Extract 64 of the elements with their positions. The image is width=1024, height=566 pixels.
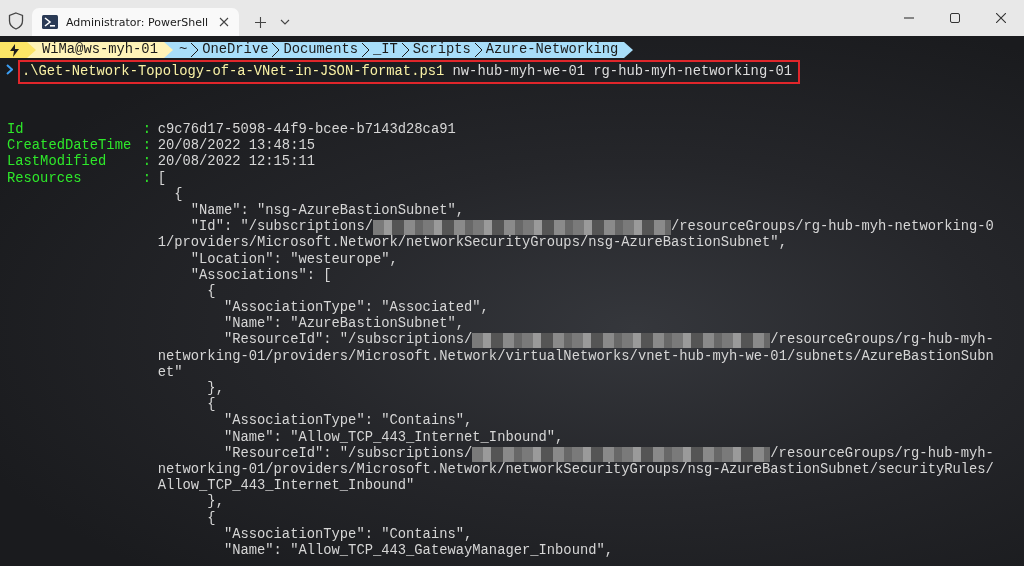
output-text: "Name": "AzureBastionSubnet", bbox=[222, 316, 464, 332]
output-text: /resourceGroups/rg-hub-myh-networking-0 bbox=[671, 219, 994, 235]
property-separator: : bbox=[142, 170, 153, 187]
path-separator-icon bbox=[271, 42, 281, 58]
path-separator-icon bbox=[400, 42, 410, 58]
property-name: Id bbox=[7, 122, 25, 138]
terminal-tab[interactable]: Administrator: PowerShell bbox=[32, 8, 239, 36]
output-text: "Associations": [ bbox=[189, 267, 332, 284]
close-icon bbox=[996, 13, 1006, 23]
prompt-user: WiMa@ws-myh-01 bbox=[36, 42, 164, 58]
output-text: { bbox=[206, 397, 216, 414]
property-separator: : bbox=[142, 122, 153, 139]
powershell-icon bbox=[42, 15, 58, 29]
plus-icon bbox=[254, 16, 266, 28]
output-text: c9c76d17-5098-44f9-bcee-b7143d28ca91 bbox=[157, 122, 456, 138]
output-text: networking-01/providers/Microsoft.Network/virtualNetworks/vnet-hub-myh-we-01/subnets/AzureBastionSubn bbox=[157, 348, 994, 365]
command-args: nw-hub-myh-we-01 rg-hub-myh-networking-01 bbox=[451, 63, 792, 81]
output-text: "Name": "nsg-AzureBastionSubnet", bbox=[189, 202, 464, 219]
property-name: Resources bbox=[7, 170, 83, 187]
output-text: et" bbox=[157, 364, 183, 381]
output-text: "Name": "Allow_TCP_443_GatewayManager_Inbound", bbox=[222, 542, 614, 560]
output-text: }, bbox=[206, 494, 224, 511]
output-text: "AssociationType": "Contains", bbox=[222, 526, 473, 543]
path-part: Azure-Networking bbox=[485, 41, 619, 59]
path-separator-icon bbox=[473, 42, 483, 58]
property-separator: : bbox=[142, 138, 153, 155]
shield-icon[interactable] bbox=[8, 12, 24, 30]
path-part: ~ bbox=[178, 41, 188, 59]
path-part: Scripts bbox=[412, 41, 471, 59]
property-name: CreatedDateTime bbox=[7, 138, 133, 154]
close-icon bbox=[219, 17, 229, 27]
output-text: [ bbox=[157, 170, 166, 187]
output-text: 1/providers/Microsoft.Network/networkSecurityGroups/nsg-AzureBastionSubnet", bbox=[157, 235, 787, 252]
output-text: "ResourceId": "/subscriptions/ bbox=[222, 332, 473, 349]
output-text: { bbox=[206, 283, 216, 301]
output-text: "ResourceId": "/subscriptions/ bbox=[222, 445, 473, 462]
path-separator-icon bbox=[360, 42, 370, 58]
property-name: LastModified bbox=[7, 154, 108, 171]
path-part: Documents bbox=[283, 41, 358, 59]
output-text: "AssociationType": "Associated", bbox=[222, 300, 489, 316]
output-text: 20/08/2022 12:15:11 bbox=[157, 154, 315, 171]
output-text: }, bbox=[206, 381, 224, 397]
output-text: "Location": "westeurope", bbox=[189, 251, 398, 268]
output-text: { bbox=[206, 510, 216, 527]
path-part: OneDrive bbox=[202, 41, 269, 59]
output-text: networking-01/providers/Microsoft.Network/networkSecurityGroups/nsg-AzureBastionSubnet/securityRules/ bbox=[157, 461, 994, 478]
tab-title: Administrator: PowerShell bbox=[66, 15, 210, 29]
output-text: "AssociationType": "Contains", bbox=[222, 413, 473, 430]
command-script: .\Get-Network-Topology-of-a-VNet-in-JSON-format.ps1 bbox=[22, 63, 445, 81]
output-text: "Name": "Allow_TCP_443_Internet_Inbound", bbox=[222, 429, 564, 446]
output-text: { bbox=[173, 186, 183, 203]
output-text: 20/08/2022 13:48:15 bbox=[157, 138, 315, 154]
property-separator: : bbox=[142, 154, 153, 171]
lightning-icon bbox=[10, 43, 19, 57]
output-text: "Id": "/subscriptions/ bbox=[189, 219, 373, 235]
output-text: /resourceGroups/rg-hub-myh- bbox=[770, 445, 994, 462]
path-part: _IT bbox=[372, 41, 398, 59]
chevron-down-icon bbox=[280, 19, 290, 25]
close-tab-button[interactable] bbox=[219, 17, 229, 27]
output-text: /resourceGroups/rg-hub-myh- bbox=[770, 332, 994, 349]
path-separator-icon bbox=[190, 42, 200, 58]
maximize-icon bbox=[950, 13, 960, 23]
output-text: Allow_TCP_443_Internet_Inbound" bbox=[157, 478, 415, 494]
minimize-icon bbox=[904, 17, 914, 19]
